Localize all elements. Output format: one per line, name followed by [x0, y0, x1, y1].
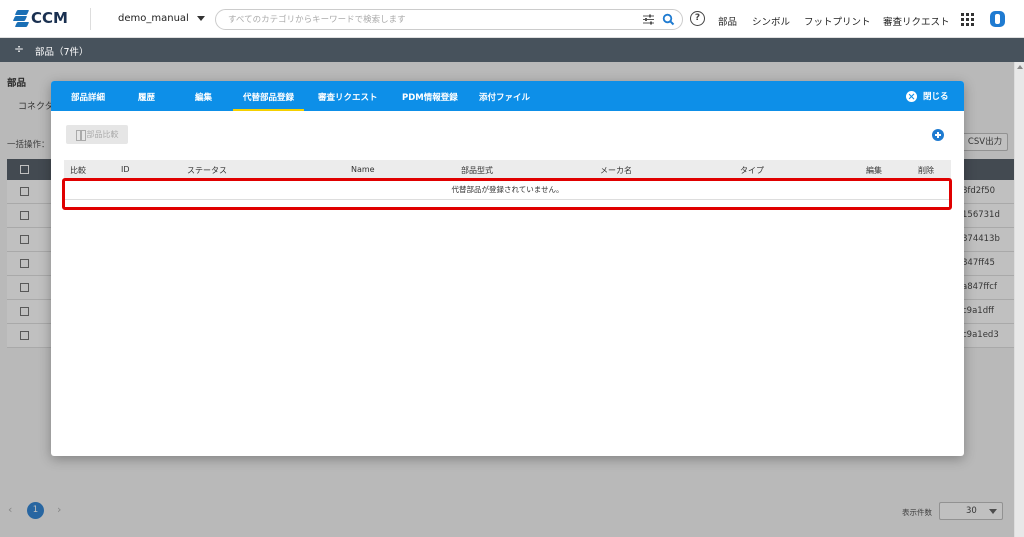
tab-attachments[interactable]: 添付ファイル: [479, 91, 530, 103]
compare-parts-button[interactable]: 部品比較: [66, 125, 128, 144]
nav-review-request[interactable]: 審査リクエスト: [883, 14, 950, 28]
scroll-up-icon[interactable]: [1017, 65, 1023, 69]
col-compare: 比較: [70, 166, 86, 175]
top-header: CCM demo_manual ? 部品 シンボル フットプリント 審査リクエス…: [0, 0, 1024, 38]
search-input[interactable]: [228, 13, 628, 27]
divide-icon[interactable]: ÷: [14, 42, 24, 56]
header-divider: [90, 8, 91, 30]
annotation-highlight-box: [62, 178, 952, 210]
project-name: demo_manual: [118, 13, 189, 24]
nav-parts[interactable]: 部品: [718, 14, 737, 28]
close-label: 閉じる: [923, 92, 949, 102]
alternate-parts-table-header: 比較 ID ステータス Name 部品型式 メーカ名 タイプ 編集 削除: [64, 160, 951, 179]
col-name: Name: [351, 165, 375, 174]
col-edit: 編集: [866, 166, 882, 175]
col-status: ステータス: [187, 166, 227, 175]
help-icon[interactable]: ?: [690, 11, 705, 26]
filter-sliders-icon[interactable]: [643, 14, 654, 25]
parts-count-title: 部品（7件）: [35, 47, 89, 58]
tab-part-details[interactable]: 部品詳細: [71, 91, 105, 103]
chevron-down-icon: [196, 16, 205, 21]
search-icon[interactable]: [662, 13, 675, 26]
nav-symbol[interactable]: シンボル: [752, 14, 790, 28]
vertical-scrollbar[interactable]: [1014, 62, 1024, 537]
tab-edit[interactable]: 編集: [195, 91, 212, 103]
close-icon: [906, 90, 917, 102]
apps-grid-icon[interactable]: [961, 13, 974, 26]
tab-review-request[interactable]: 審査リクエスト: [318, 91, 378, 103]
nav-footprint[interactable]: フットプリント: [804, 14, 871, 28]
user-avatar-icon[interactable]: [990, 11, 1005, 27]
sub-header: ÷ 部品（7件）: [0, 38, 1024, 62]
col-maker: メーカ名: [600, 166, 632, 175]
compare-label: 部品比較: [86, 130, 119, 139]
add-alternate-part-icon[interactable]: [932, 129, 944, 141]
part-detail-modal: 部品詳細 履歴 編集 代替部品登録 審査リクエスト PDM情報登録 添付ファイル…: [51, 81, 964, 456]
search-box: [215, 9, 683, 30]
logo-mark-icon: [12, 9, 30, 27]
compare-icon: [75, 130, 86, 141]
col-type: タイプ: [740, 166, 764, 175]
project-selector[interactable]: demo_manual: [118, 13, 205, 24]
tab-history[interactable]: 履歴: [138, 91, 155, 103]
logo-text: CCM: [31, 9, 68, 27]
col-part-model: 部品型式: [461, 166, 493, 175]
close-button[interactable]: 閉じる: [906, 90, 949, 102]
tab-alternate-parts[interactable]: 代替部品登録: [232, 91, 305, 111]
col-id: ID: [121, 165, 130, 174]
tab-pdm-info[interactable]: PDM情報登録: [402, 91, 458, 103]
ccm-logo[interactable]: CCM: [12, 9, 68, 27]
col-delete: 削除: [918, 166, 934, 175]
modal-tab-bar: 部品詳細 履歴 編集 代替部品登録 審査リクエスト PDM情報登録 添付ファイル…: [51, 81, 964, 111]
